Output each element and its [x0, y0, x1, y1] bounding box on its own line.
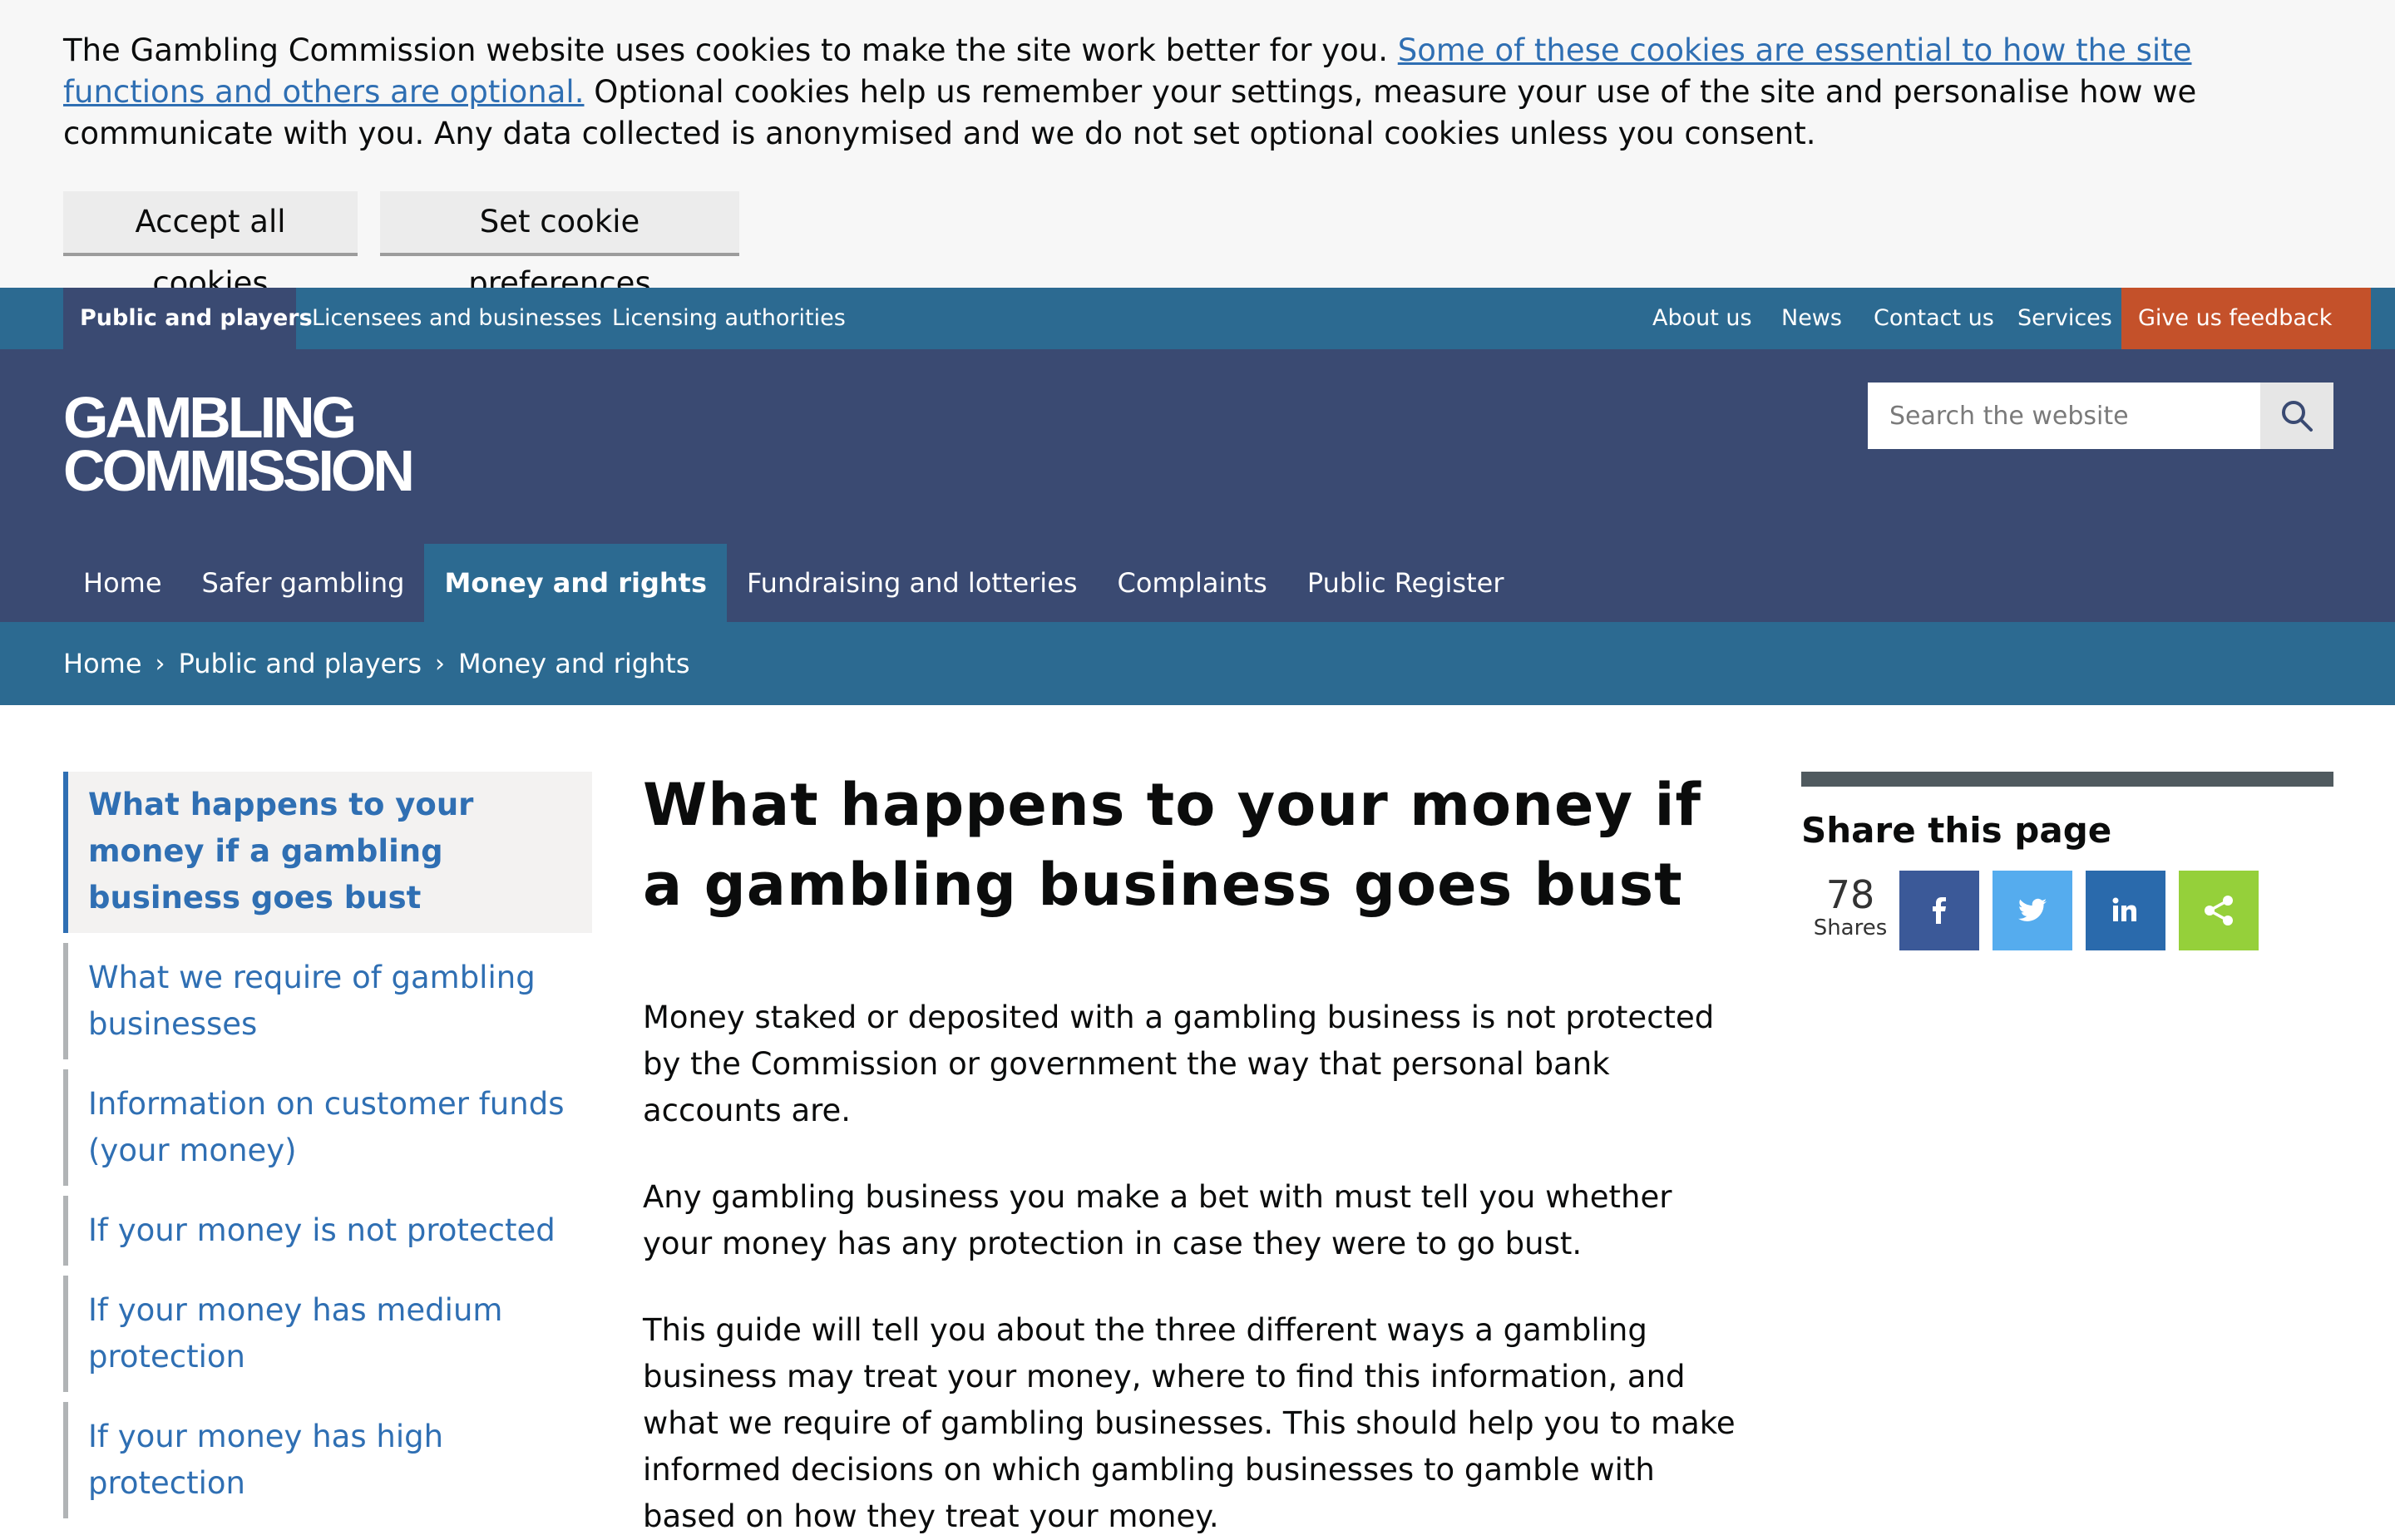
body-paragraph: This guide will tell you about the three… — [643, 1312, 1736, 1534]
facebook-icon — [1933, 897, 1946, 924]
side-nav-item-not-protected[interactable]: If your money is not protected — [63, 1196, 592, 1266]
news-link[interactable]: News — [1781, 288, 1842, 349]
side-nav-item-customer-funds[interactable]: Information on customer funds (your mone… — [63, 1069, 592, 1186]
accept-all-cookies-button[interactable]: Accept all cookies — [63, 191, 358, 301]
side-nav-item-goes-bust[interactable]: What happens to your money if a gambling… — [63, 772, 592, 933]
generic-share-button[interactable] — [2179, 871, 2259, 950]
search-icon — [2282, 401, 2313, 432]
facebook-share-button[interactable] — [1899, 871, 1979, 950]
linkedin-share-button[interactable] — [2086, 871, 2165, 950]
logo-line-1: GAMBLING — [63, 385, 357, 450]
share-divider — [1801, 772, 2333, 787]
breadcrumb: Home › Public and players › Money and ri… — [0, 622, 2395, 705]
intro-paragraph: Money staked or deposited with a gamblin… — [643, 1000, 1715, 1128]
share-panel: Share this page 78 Shares — [1801, 772, 2333, 954]
top-bar: Public and players Licensees and busines… — [0, 288, 2395, 349]
chevron-right-icon: › — [435, 649, 446, 679]
share-count-number: 78 — [1825, 872, 1875, 917]
cookie-banner: The Gambling Commission website uses coo… — [0, 0, 2395, 301]
logo-line-2: COMMISSION — [63, 438, 415, 503]
search-button[interactable] — [2260, 383, 2333, 449]
services-link[interactable]: Services — [2017, 288, 2112, 349]
set-cookie-preferences-button[interactable]: Set cookie preferences — [380, 191, 739, 301]
contact-us-link[interactable]: Contact us — [1874, 288, 1994, 349]
nav-complaints[interactable]: Complaints — [1098, 544, 1287, 622]
audience-public-players[interactable]: Public and players — [63, 288, 313, 349]
breadcrumb-home[interactable]: Home — [63, 648, 142, 679]
gambling-commission-logo[interactable]: GAMBLING COMMISSION — [63, 385, 415, 503]
search-form — [1868, 383, 2333, 449]
audience-licensees-businesses[interactable]: Licensees and businesses — [312, 288, 602, 349]
guide-side-navigation: What happens to your money if a gambling… — [63, 772, 592, 1528]
twitter-icon — [2018, 898, 2047, 921]
share-heading: Share this page — [1801, 810, 2112, 851]
nav-fundraising-lotteries[interactable]: Fundraising and lotteries — [727, 544, 1098, 622]
body-paragraph: Any gambling business you make a bet wit… — [643, 1179, 1672, 1261]
share-icon — [2205, 896, 2233, 925]
audience-licensing-authorities[interactable]: Licensing authorities — [612, 288, 846, 349]
share-count: 78 Shares — [1801, 876, 1899, 942]
share-count-label: Shares — [1813, 916, 1888, 940]
chevron-right-icon: › — [155, 649, 165, 679]
nav-money-and-rights[interactable]: Money and rights — [424, 544, 727, 622]
nav-safer-gambling[interactable]: Safer gambling — [182, 544, 425, 622]
main-content: What happens to your money if a gambling… — [643, 765, 1741, 1540]
cookie-message: The Gambling Commission website uses coo… — [63, 30, 2325, 155]
site-header: GAMBLING COMMISSION Home Safer gambling … — [0, 349, 2395, 622]
share-buttons: 78 Shares — [1801, 871, 2333, 954]
nav-home[interactable]: Home — [63, 544, 182, 622]
twitter-share-button[interactable] — [1993, 871, 2072, 950]
breadcrumb-money-rights[interactable]: Money and rights — [458, 648, 690, 679]
search-input[interactable] — [1868, 383, 2259, 449]
page-title: What happens to your money if a gambling… — [643, 771, 1701, 919]
main-navigation: Home Safer gambling Money and rights Fun… — [63, 544, 1523, 622]
linkedin-icon — [2112, 897, 2136, 921]
cookie-text-intro: The Gambling Commission website uses coo… — [63, 32, 1398, 68]
breadcrumb-public-players[interactable]: Public and players — [179, 648, 422, 679]
about-us-link[interactable]: About us — [1652, 288, 1752, 349]
nav-public-register[interactable]: Public Register — [1287, 544, 1524, 622]
side-nav-item-medium-protection[interactable]: If your money has medium protection — [63, 1276, 592, 1392]
side-nav-item-requirements[interactable]: What we require of gambling businesses — [63, 943, 592, 1059]
give-feedback-button[interactable]: Give us feedback — [2121, 288, 2371, 349]
side-nav-item-high-protection[interactable]: If your money has high protection — [63, 1402, 592, 1518]
